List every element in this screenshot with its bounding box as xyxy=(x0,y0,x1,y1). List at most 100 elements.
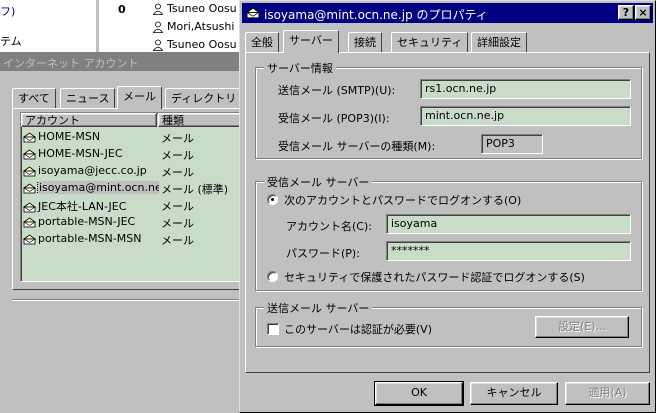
accounts-bottom-divider xyxy=(12,299,240,301)
tab-security[interactable]: セキュリティ xyxy=(391,32,469,52)
account-name-cell: isoyama@mint.ocn.ne.jp xyxy=(23,181,159,194)
account-icon xyxy=(23,217,36,227)
contact-item: Tsuneo Oosu xyxy=(152,2,242,20)
account-icon xyxy=(23,166,36,176)
table-row[interactable]: JEC本社-LAN-JEC メール xyxy=(21,197,241,214)
account-name-input[interactable]: isoyama xyxy=(386,214,631,234)
table-row[interactable]: portable-MSN-MSN メール xyxy=(21,231,241,248)
spa-logon-radio-label[interactable]: セキュリティで保護されたパスワード認証でログオンする(S) xyxy=(284,269,585,285)
account-name-cell: portable-MSN-MSN xyxy=(23,232,159,245)
pop3-server-input[interactable]: mint.ocn.ne.jp xyxy=(420,106,631,126)
outgoing-title: 送信メール サーバー xyxy=(264,300,373,316)
account-icon xyxy=(23,202,36,212)
logon-account-radio[interactable] xyxy=(267,194,278,205)
properties-dialog: isoyama@mint.ocn.ne.jp のプロパティ ? × 全般 サーバ… xyxy=(239,0,656,413)
contact-item: Mori,Atsushi xyxy=(152,20,242,38)
dialog-title: isoyama@mint.ocn.ne.jp のプロパティ xyxy=(264,8,488,22)
tab-connection[interactable]: 接続 xyxy=(348,32,382,52)
account-name: isoyama@jecc.co.jp xyxy=(38,164,147,177)
contact-name: Tsuneo Oosu xyxy=(167,38,237,51)
account-name: isoyama@mint.ocn.ne.jp xyxy=(36,181,159,194)
account-type-cell: メール xyxy=(161,200,194,213)
pop3-label: 受信メール (POP3)(I): xyxy=(278,112,390,125)
logon-account-radio-label[interactable]: 次のアカウントとパスワードでログオンする(O) xyxy=(284,192,521,208)
account-name-label: アカウント名(C): xyxy=(286,220,372,233)
account-type-cell: メール xyxy=(161,234,194,247)
outgoing-settings-button[interactable]: 設定(E)... xyxy=(535,316,629,338)
account-name-cell: JEC本社-LAN-JEC xyxy=(23,198,159,214)
outgoing-server-group: 送信メール サーバー このサーバーは認証が必要(V) 設定(E)... xyxy=(255,300,642,347)
smtp-label: 送信メール (SMTP)(U): xyxy=(278,84,396,97)
incoming-title: 受信メール サーバー xyxy=(264,174,373,190)
account-type-cell: メール xyxy=(161,217,194,230)
bg-contact-list: Tsuneo Oosu Mori,Atsushi Tsuneo Oosu xyxy=(152,2,242,56)
accounts-rows: HOME-MSN メール HOME-MSN-JEC メール isoyama@jecc.c… xyxy=(21,129,241,248)
smtp-server-input[interactable]: rs1.ocn.ne.jp xyxy=(420,79,631,99)
account-name: JEC本社-LAN-JEC xyxy=(38,200,127,213)
account-type-cell: メール (標準) xyxy=(161,183,229,196)
tab-mail[interactable]: メール xyxy=(117,86,162,109)
table-row[interactable]: portable-MSN-JEC メール xyxy=(21,214,241,231)
table-row[interactable]: isoyama@jecc.co.jp メール xyxy=(21,163,241,180)
tab-general[interactable]: 全般 xyxy=(245,32,279,52)
account-type-cell: メール xyxy=(161,149,194,162)
server-type-label: 受信メール サーバーの種類(M): xyxy=(278,140,436,153)
accounts-tabstrip: すべて ニュース メール ディレクトリ サ xyxy=(12,86,257,109)
person-icon xyxy=(152,3,164,15)
account-icon xyxy=(23,183,36,193)
tab-servers[interactable]: サーバー xyxy=(283,30,339,53)
table-row[interactable]: HOME-MSN-JEC メール xyxy=(21,146,241,163)
contact-name: Mori,Atsushi xyxy=(167,20,235,33)
accounts-titlebar[interactable]: インターネット アカウント xyxy=(0,52,240,71)
tab-advanced[interactable]: 詳細設定 xyxy=(471,32,527,52)
account-icon xyxy=(246,7,260,19)
tab-all[interactable]: すべて xyxy=(12,88,56,108)
dialog-tabstrip: 全般 サーバー 接続 セキュリティ 詳細設定 xyxy=(245,30,650,53)
account-icon xyxy=(23,149,36,159)
auth-required-label[interactable]: このサーバーは認証が必要(V) xyxy=(284,321,432,337)
bg-left-pane: フ) テム xyxy=(0,0,95,60)
cancel-button[interactable]: キャンセル xyxy=(470,382,558,405)
account-icon xyxy=(23,132,36,142)
server-type-value: POP3 xyxy=(481,134,543,154)
table-row[interactable]: HOME-MSN メール xyxy=(21,129,241,146)
accounts-listview: アカウント 種類 HOME-MSN メール HOME-MSN-JEC メール isoya… xyxy=(20,112,242,282)
account-name: HOME-MSN-JEC xyxy=(38,147,123,160)
account-type-cell: メール xyxy=(161,132,194,145)
password-label: パスワード(P): xyxy=(286,247,360,260)
bg-divider xyxy=(96,0,99,60)
account-name: portable-MSN-MSN xyxy=(38,232,142,245)
ok-button[interactable]: OK xyxy=(374,381,464,406)
col-header-account[interactable]: アカウント xyxy=(21,113,157,127)
accounts-window: インターネット アカウント すべて ニュース メール ディレクトリ サ アカウン… xyxy=(0,52,257,413)
spa-logon-radio[interactable] xyxy=(267,271,278,282)
incoming-server-group: 受信メール サーバー 次のアカウントとパスワードでログオンする(O) アカウント… xyxy=(255,174,642,291)
help-button[interactable]: ? xyxy=(618,5,634,20)
close-button[interactable]: × xyxy=(635,5,651,20)
password-input[interactable]: ******* xyxy=(386,241,631,261)
account-name-cell: portable-MSN-JEC xyxy=(23,215,159,228)
bg-partial-text-1: フ) xyxy=(0,5,16,18)
account-name-cell: HOME-MSN-JEC xyxy=(23,147,159,160)
tab-news[interactable]: ニュース xyxy=(60,88,116,108)
bg-count: 0 xyxy=(118,3,126,16)
person-icon xyxy=(152,39,164,51)
server-info-title: サーバー情報 xyxy=(264,60,336,76)
table-row[interactable]: isoyama@mint.ocn.ne.jpメール (標準) xyxy=(21,180,241,197)
account-name: portable-MSN-JEC xyxy=(38,215,136,228)
col-header-type[interactable]: 種類 xyxy=(158,113,241,127)
contact-name: Tsuneo Oosu xyxy=(167,2,237,15)
apply-button[interactable]: 適用(A) xyxy=(565,382,650,405)
dialog-titlebar[interactable]: isoyama@mint.ocn.ne.jp のプロパティ ? × xyxy=(242,3,653,23)
accounts-title: インターネット アカウント xyxy=(3,57,139,70)
servers-tab-panel: サーバー情報 送信メール (SMTP)(U): rs1.ocn.ne.jp 受信… xyxy=(245,52,650,373)
server-info-group: サーバー情報 送信メール (SMTP)(U): rs1.ocn.ne.jp 受信… xyxy=(255,60,642,159)
account-type-cell: メール xyxy=(161,166,194,179)
bg-partial-text-2: テム xyxy=(0,35,22,48)
person-icon xyxy=(152,21,164,33)
auth-required-checkbox[interactable] xyxy=(267,323,279,335)
account-name-cell: HOME-MSN xyxy=(23,130,159,143)
account-name-cell: isoyama@jecc.co.jp xyxy=(23,164,159,177)
account-name: HOME-MSN xyxy=(38,130,101,143)
account-icon xyxy=(23,234,36,244)
